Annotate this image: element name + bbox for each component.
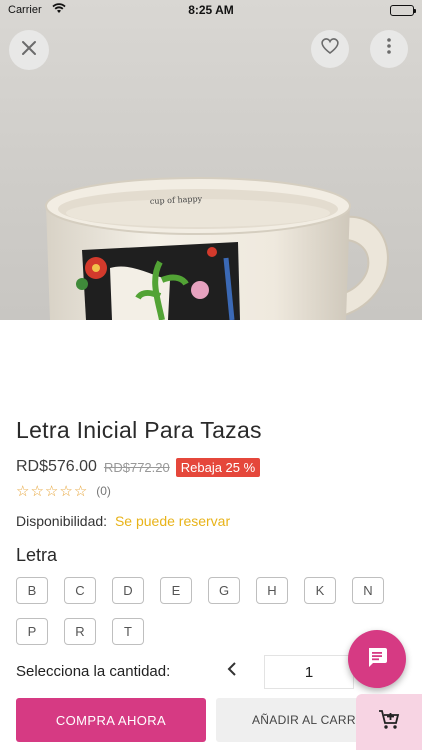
letter-option-k[interactable]: K: [304, 577, 336, 604]
letter-option-d[interactable]: D: [112, 577, 144, 604]
availability-value: Se puede reservar: [114, 513, 231, 529]
letter-option-t[interactable]: T: [112, 618, 144, 645]
option-heading: Letra: [16, 545, 58, 565]
letter-option-p[interactable]: P: [16, 618, 48, 645]
product-title: Letra Inicial Para Tazas: [16, 417, 262, 443]
chevron-left-icon: [227, 660, 237, 681]
original-price: RD$772.20: [103, 459, 170, 475]
battery-icon: [390, 5, 416, 16]
star-icon: ☆: [44, 483, 59, 500]
price-row: RD$576.00 RD$772.20 Rebaja 25 %: [16, 457, 261, 477]
quantity-field[interactable]: 1: [264, 655, 354, 689]
star-icon: ☆: [16, 483, 30, 500]
buy-now-button[interactable]: COMPRA AHORA: [16, 698, 206, 742]
quantity-label: Selecciona la cantidad:: [16, 663, 171, 680]
favorite-button[interactable]: [311, 30, 349, 68]
availability-label: Disponibilidad:: [16, 513, 108, 529]
letter-option-r[interactable]: R: [64, 618, 96, 645]
status-bar: Carrier 8:25 AM: [0, 0, 422, 22]
quantity-decrement-button[interactable]: [222, 660, 242, 682]
letter-option-b[interactable]: B: [16, 577, 48, 604]
close-button[interactable]: [9, 30, 49, 70]
current-price: RD$576.00: [16, 458, 97, 475]
star-icon: ☆: [59, 483, 73, 500]
letter-option-n[interactable]: N: [352, 577, 384, 604]
product-image[interactable]: cup of happy: [0, 0, 422, 320]
letter-option-h[interactable]: H: [256, 577, 288, 604]
rating-row[interactable]: ☆ ☆ ☆ ☆ ☆ (0): [16, 482, 111, 500]
letter-option-c[interactable]: C: [64, 577, 96, 604]
availability: Disponibilidad: Se puede reservar: [16, 513, 230, 529]
chat-icon: [366, 646, 388, 673]
letter-option-e[interactable]: E: [160, 577, 192, 604]
more-options-button[interactable]: [370, 30, 408, 68]
review-count: (0): [96, 484, 111, 498]
chat-button[interactable]: [348, 630, 406, 688]
clock: 8:25 AM: [188, 3, 234, 17]
discount-badge: Rebaja 25 %: [175, 457, 261, 477]
heart-icon: [320, 37, 340, 61]
star-icon: ☆: [73, 483, 88, 500]
add-cart-icon: [378, 709, 400, 736]
close-icon: [21, 39, 37, 62]
add-cart-icon-button[interactable]: [356, 694, 422, 750]
more-vertical-icon: [386, 37, 392, 61]
letter-option-g[interactable]: G: [208, 577, 240, 604]
star-icon: ☆: [30, 483, 44, 500]
